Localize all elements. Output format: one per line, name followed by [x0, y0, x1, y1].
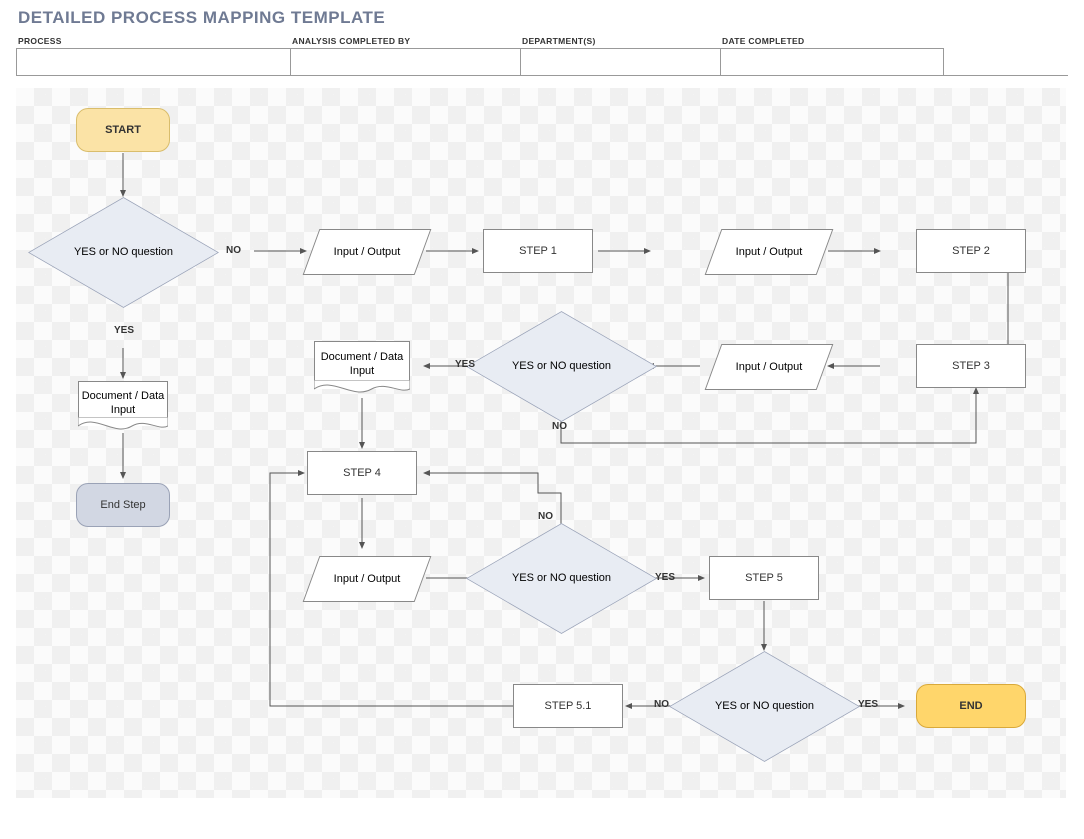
- header-department-input[interactable]: [520, 48, 720, 75]
- label-q3-no: NO: [538, 511, 553, 522]
- decision-q3-label: YES or NO question: [494, 511, 629, 646]
- decision-q4: YES or NO question: [697, 639, 832, 774]
- step-4: STEP 4: [307, 451, 417, 495]
- header-process-input[interactable]: [16, 48, 290, 75]
- label-q3-yes: YES: [655, 572, 675, 583]
- decision-q3: YES or NO question: [494, 511, 629, 646]
- step-1: STEP 1: [483, 229, 593, 273]
- step-5-1: STEP 5.1: [513, 684, 623, 728]
- header-date-input[interactable]: [720, 48, 944, 75]
- step-2: STEP 2: [916, 229, 1026, 273]
- header-analysis-label: ANALYSIS COMPLETED BY: [290, 34, 520, 48]
- io-3-label: Input / Output: [714, 345, 824, 389]
- decision-q2: YES or NO question: [494, 299, 629, 434]
- label-q1-yes: YES: [114, 325, 134, 336]
- decision-q1-label: YES or NO question: [56, 185, 191, 320]
- header-row: PROCESS ANALYSIS COMPLETED BY DEPARTMENT…: [16, 34, 1068, 76]
- page-title: DETAILED PROCESS MAPPING TEMPLATE: [18, 8, 1068, 28]
- end-node: END: [916, 684, 1026, 728]
- document-1-label: Document / Data Input: [78, 381, 168, 426]
- decision-q2-label: YES or NO question: [494, 299, 629, 434]
- label-q4-no: NO: [654, 699, 669, 710]
- header-analysis-input[interactable]: [290, 48, 520, 75]
- document-2: Document / Data Input: [314, 341, 410, 389]
- label-q2-yes: YES: [455, 359, 475, 370]
- step-3: STEP 3: [916, 344, 1026, 388]
- start-node: START: [76, 108, 170, 152]
- header-date-label: DATE COMPLETED: [720, 34, 944, 48]
- io-2: Input / Output: [705, 229, 834, 275]
- label-q4-yes: YES: [858, 699, 878, 710]
- io-3: Input / Output: [705, 344, 834, 390]
- document-2-label: Document / Data Input: [314, 341, 410, 389]
- io-4: Input / Output: [303, 556, 432, 602]
- step-5: STEP 5: [709, 556, 819, 600]
- header-department-label: DEPARTMENT(S): [520, 34, 720, 48]
- flowchart-canvas: START YES or NO question NO YES Document…: [16, 88, 1066, 798]
- decision-q1: YES or NO question: [56, 185, 191, 320]
- io-2-label: Input / Output: [714, 230, 824, 274]
- document-1: Document / Data Input: [78, 381, 168, 426]
- label-q1-no: NO: [226, 245, 241, 256]
- decision-q4-label: YES or NO question: [697, 639, 832, 774]
- io-4-label: Input / Output: [312, 557, 422, 601]
- label-q2-no: NO: [552, 421, 567, 432]
- endstep-node: End Step: [76, 483, 170, 527]
- io-1: Input / Output: [303, 229, 432, 275]
- io-1-label: Input / Output: [312, 230, 422, 274]
- header-process-label: PROCESS: [16, 34, 290, 48]
